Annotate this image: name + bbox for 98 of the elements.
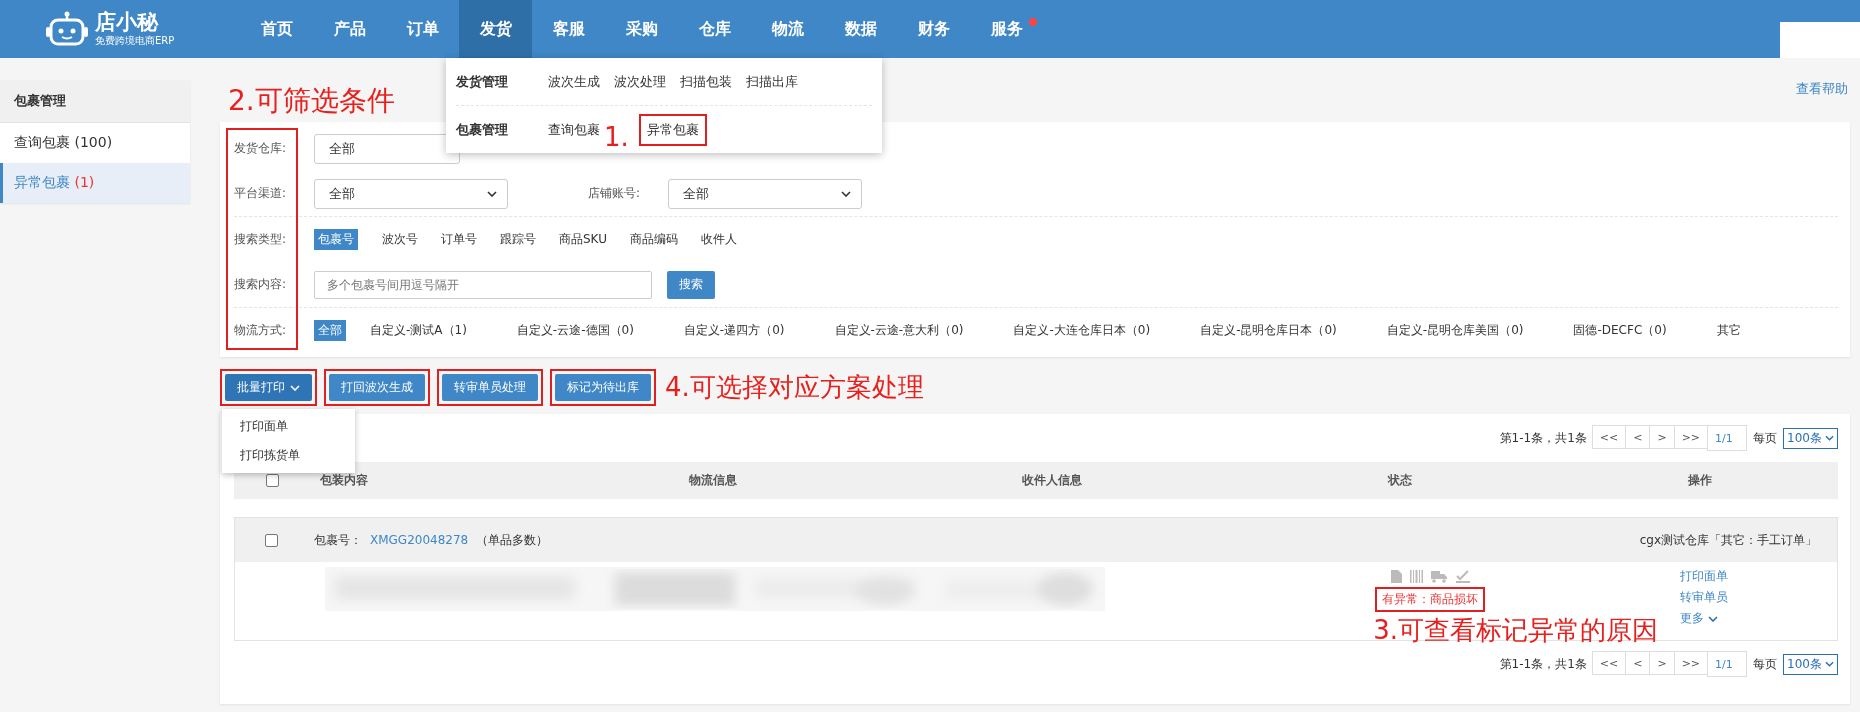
menu-link[interactable]: 扫描出库	[746, 70, 798, 93]
menu-link[interactable]: 异常包裹	[646, 118, 699, 141]
per-page-label: 每页	[1753, 655, 1778, 673]
action-button[interactable]: 批量打印	[225, 374, 312, 401]
per-page-select[interactable]: 100条	[1783, 653, 1838, 675]
page-indicator: 1/1	[1707, 425, 1748, 451]
nav-tab[interactable]: 产品	[313, 0, 386, 58]
pager-summary: 第1-1条，共1条	[1499, 429, 1587, 447]
document-icon	[1390, 570, 1402, 583]
operation-link[interactable]: 转审单员	[1680, 589, 1728, 606]
filter-option[interactable]: 全部	[314, 320, 346, 341]
filter-label: 搜索内容:	[234, 276, 288, 293]
pager-button[interactable]: >	[1649, 425, 1675, 449]
menu-link[interactable]: 查询包裹	[548, 118, 600, 141]
column-header: 包装内容	[319, 472, 369, 489]
pager-button[interactable]: <	[1625, 425, 1651, 449]
menu-item[interactable]: 打印面单	[222, 412, 355, 441]
column-header: 物流信息	[688, 472, 738, 489]
nav-tab[interactable]: 数据	[824, 0, 897, 58]
filter-option[interactable]: 自定义-云途-德国（0)	[512, 320, 638, 341]
caret-icon	[1825, 661, 1834, 667]
nav-tab[interactable]: 物流	[751, 0, 824, 58]
platform-select[interactable]: 全部	[314, 178, 508, 209]
logo-tagline: 免费跨境电商ERP	[95, 34, 175, 48]
per-page-select[interactable]: 100条	[1783, 427, 1838, 449]
package-label: 包裹号：	[314, 531, 362, 549]
menu-link[interactable]: 波次生成	[548, 70, 600, 93]
nav-tab[interactable]: 首页	[240, 0, 313, 58]
search-button[interactable]: 搜索	[667, 270, 715, 299]
filter-option[interactable]: 包裹号	[314, 229, 358, 250]
column-header: 操作	[1687, 472, 1713, 489]
warehouse-select[interactable]: 全部	[314, 133, 460, 164]
robot-icon	[45, 11, 89, 47]
sidebar-item[interactable]: 查询包裹 (100)	[0, 123, 190, 163]
nav-tab[interactable]: 采购	[605, 0, 678, 58]
warehouse-text: cgx测试仓库「其它：手工订单」	[1639, 531, 1817, 549]
filter-option[interactable]: 波次号	[378, 229, 422, 250]
checkbox[interactable]	[265, 474, 279, 487]
filter-option[interactable]: 商品SKU	[555, 229, 611, 250]
filter-option[interactable]: 自定义-大连仓库日本（0)	[1009, 320, 1155, 341]
filter-label: 店铺账号:	[588, 185, 642, 202]
filter-option[interactable]: 自定义-云途-意大利（0)	[830, 320, 968, 341]
logo-name: 店小秘	[95, 10, 160, 34]
menu-link[interactable]: 波次处理	[614, 70, 666, 93]
shop-select[interactable]: 全部	[668, 178, 862, 209]
help-link[interactable]: 查看帮助	[1796, 80, 1848, 98]
pager-button[interactable]: <<	[1591, 425, 1627, 449]
filter-label: 搜索类型:	[234, 231, 288, 248]
filter-option[interactable]: 自定义-递四方（0)	[679, 320, 789, 341]
checkbox[interactable]	[265, 533, 278, 547]
package-note: （单品多数）	[476, 531, 549, 549]
filter-option[interactable]: 自定义-昆明仓库日本（0)	[1196, 320, 1341, 341]
nav-tab[interactable]: 客服	[532, 0, 605, 58]
menu-link[interactable]: 扫描包装	[680, 70, 732, 93]
filter-option[interactable]: 其它	[1712, 320, 1745, 341]
truck-icon	[1430, 570, 1448, 583]
filter-option[interactable]: 收件人	[696, 229, 741, 250]
pager-button[interactable]: >	[1649, 651, 1675, 675]
pager-summary: 第1-1条，共1条	[1499, 655, 1587, 673]
barcode-icon	[1409, 570, 1423, 583]
column-header: 状态	[1386, 472, 1413, 489]
filter-option[interactable]: 自定义-测试A（1)	[366, 320, 471, 341]
search-field[interactable]: 多个包裹号间用逗号隔开	[314, 270, 652, 299]
nav-tab[interactable]: 财务	[897, 0, 970, 58]
checkmark-icon	[1455, 570, 1470, 583]
menu-group-title: 发货管理	[456, 72, 509, 91]
nav-tab[interactable]: 订单	[386, 0, 459, 58]
column-header: 收件人信息	[1021, 472, 1083, 489]
action-button[interactable]: 标记为待出库	[555, 374, 651, 401]
annotation-text: 3.可查看标记异常的原因	[1373, 614, 1658, 647]
filter-label: 发货仓库:	[234, 140, 288, 157]
filter-option[interactable]: 跟踪号	[496, 229, 540, 250]
action-button[interactable]: 打回波次生成	[329, 374, 425, 401]
operation-link[interactable]: 打印面单	[1680, 568, 1728, 585]
pager-button[interactable]: <<	[1591, 651, 1627, 675]
per-page-label: 每页	[1753, 429, 1778, 447]
filter-option[interactable]: 订单号	[437, 229, 481, 250]
filter-label: 平台渠道:	[234, 185, 288, 202]
status-text: 有异常：商品损坏	[1382, 592, 1478, 606]
filter-option[interactable]: 固德-DECFC（0)	[1569, 320, 1671, 341]
annotation-text: 2.可筛选条件	[228, 83, 395, 119]
action-button[interactable]: 转审单员处理	[442, 374, 538, 401]
filter-option[interactable]: 商品编码	[625, 229, 682, 250]
annotation-text: 4.可选择对应方案处理	[665, 371, 924, 404]
pager-button[interactable]: <	[1625, 651, 1651, 675]
caret-icon	[841, 190, 851, 197]
sidebar-title: 包裹管理	[0, 80, 190, 123]
filter-label: 物流方式:	[234, 322, 288, 339]
annotation-text: 1.	[604, 121, 629, 152]
nav-tab[interactable]: 仓库	[678, 0, 751, 58]
caret-icon	[487, 190, 497, 197]
page-indicator: 1/1	[1707, 651, 1748, 677]
menu-item[interactable]: 打印拣货单	[222, 441, 355, 470]
nav-tab[interactable]: 发货	[459, 0, 532, 58]
caret-icon	[1825, 435, 1834, 441]
nav-tab[interactable]: 服务	[970, 0, 1043, 58]
operation-link[interactable]: 更多	[1680, 610, 1728, 627]
filter-option[interactable]: 自定义-昆明仓库美国（0)	[1382, 320, 1528, 341]
